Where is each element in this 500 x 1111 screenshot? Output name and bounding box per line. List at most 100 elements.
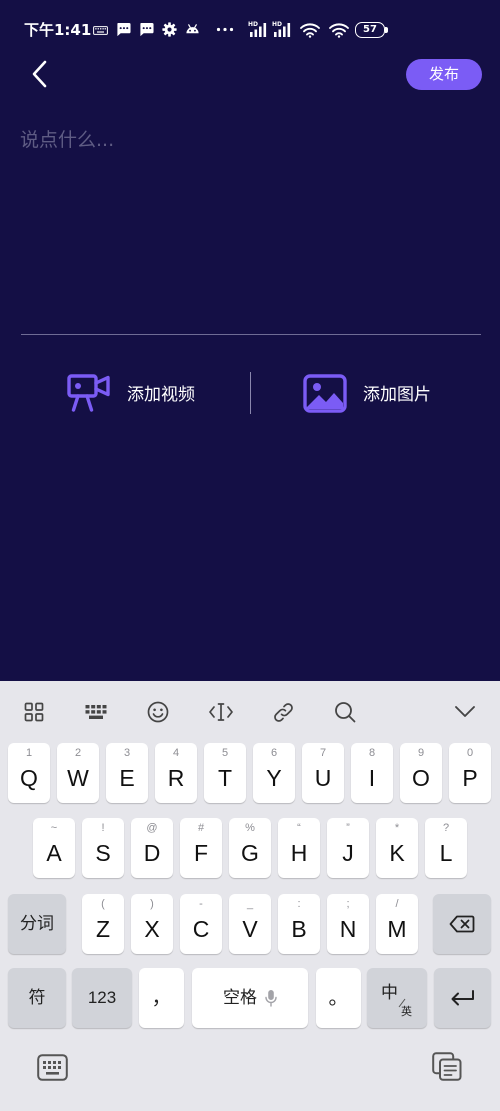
signal-icon <box>274 23 291 37</box>
key-m[interactable]: / M <box>376 894 418 954</box>
key-e[interactable]: 3E <box>106 743 148 803</box>
key-hint: “ <box>297 822 301 834</box>
key-hint: 6 <box>270 747 278 759</box>
key-q[interactable]: 1Q <box>8 743 50 803</box>
key-letter: E <box>119 765 135 791</box>
key-hint: 2 <box>74 747 82 759</box>
period-label: 。 <box>328 987 349 1009</box>
key-b[interactable]: :B <box>278 894 320 954</box>
key-letter: O <box>412 765 430 791</box>
key-hint: / <box>395 898 399 910</box>
key-a[interactable]: ~ A <box>33 818 75 878</box>
key-w[interactable]: 2W <box>57 743 99 803</box>
key-o[interactable]: 9O <box>400 743 442 803</box>
key-letter: H <box>290 840 308 866</box>
key-hint: 4 <box>172 747 180 759</box>
search-icon[interactable] <box>334 701 356 723</box>
key-letter: F <box>193 840 209 866</box>
key-letter: X <box>144 916 160 942</box>
key-p[interactable]: 0P <box>449 743 491 803</box>
numbers-label: 123 <box>87 988 117 1007</box>
key-hint: # <box>197 822 205 834</box>
grid-icon[interactable] <box>24 702 44 722</box>
symbols-key[interactable]: 符 <box>8 968 66 1028</box>
key-hint: 0 <box>466 747 474 759</box>
image-icon <box>303 374 347 413</box>
backspace-icon <box>449 915 475 933</box>
keyboard-switch-icon[interactable] <box>37 1054 68 1081</box>
key-hint: _ <box>246 898 254 910</box>
key-c[interactable]: -C <box>180 894 222 954</box>
key-letter: C <box>192 916 210 942</box>
key-l[interactable]: ? L <box>425 818 467 878</box>
key-hint: : <box>297 898 301 910</box>
numbers-key[interactable]: 123 <box>72 968 132 1028</box>
key-letter: K <box>389 840 405 866</box>
key-hint: ~ <box>50 822 58 834</box>
key-t[interactable]: 5T <box>204 743 246 803</box>
add-video-button[interactable]: 添加视频 <box>62 366 212 422</box>
key-y[interactable]: 6Y <box>253 743 295 803</box>
comma-label: ， <box>151 987 172 1009</box>
key-g[interactable]: % G <box>229 818 271 878</box>
signal-icon <box>250 23 267 37</box>
comma-key[interactable]: ， <box>139 968 184 1028</box>
emoji-icon[interactable] <box>147 701 169 723</box>
language-primary-label: 中 <box>381 983 398 1003</box>
key-r[interactable]: 4R <box>155 743 197 803</box>
enter-key[interactable] <box>434 968 491 1028</box>
gear-icon <box>162 22 177 37</box>
key-hint: ” <box>346 822 350 834</box>
key-j[interactable]: ” J <box>327 818 369 878</box>
key-n[interactable]: ; N <box>327 894 369 954</box>
add-image-label: 添加图片 <box>363 385 431 405</box>
key-letter: U <box>314 765 332 791</box>
divider <box>21 334 481 335</box>
key-hint: ( <box>101 898 105 910</box>
chevron-down-icon[interactable] <box>454 705 476 719</box>
chevron-left-icon <box>32 60 47 88</box>
segment-key[interactable]: 分词 <box>8 894 66 954</box>
key-z[interactable]: (Z <box>82 894 124 954</box>
key-h[interactable]: “H <box>278 818 320 878</box>
key-hint: 9 <box>417 747 425 759</box>
key-x[interactable]: ) X <box>131 894 173 954</box>
key-k[interactable]: * K <box>376 818 418 878</box>
key-letter: P <box>462 765 478 791</box>
space-label: 空格 <box>223 988 257 1008</box>
language-switch-key[interactable]: 中 英 <box>367 968 427 1028</box>
post-text-input[interactable] <box>20 126 480 322</box>
key-hint: % <box>245 822 255 834</box>
space-key[interactable]: 空格 <box>192 968 308 1028</box>
wifi-icon <box>329 23 349 38</box>
android-icon <box>186 24 199 34</box>
key-s[interactable]: ! S <box>82 818 124 878</box>
symbols-label: 符 <box>28 988 46 1008</box>
add-image-button[interactable]: 添加图片 <box>298 366 448 422</box>
key-letter: W <box>67 765 89 791</box>
key-letter: T <box>217 765 233 791</box>
battery-icon: 57 <box>355 22 385 38</box>
backspace-key[interactable] <box>433 894 491 954</box>
key-letter: B <box>291 916 307 942</box>
key-i[interactable]: 8I <box>351 743 393 803</box>
key-u[interactable]: 7U <box>302 743 344 803</box>
key-letter: A <box>46 840 62 866</box>
message-icon <box>117 22 131 37</box>
keyboard-icon <box>93 26 108 35</box>
clipboard-icon[interactable] <box>432 1052 462 1081</box>
text-cursor-icon[interactable] <box>209 701 233 723</box>
key-hint: ) <box>150 898 154 910</box>
key-v[interactable]: _ V <box>229 894 271 954</box>
period-key[interactable]: 。 <box>316 968 361 1028</box>
key-hint: * <box>394 822 400 834</box>
key-f[interactable]: # F <box>180 818 222 878</box>
key-hint: @ <box>146 822 158 834</box>
battery-level: 57 <box>363 24 377 35</box>
link-icon[interactable] <box>272 701 295 724</box>
key-d[interactable]: @ D <box>131 818 173 878</box>
keyboard-icon[interactable] <box>85 704 107 720</box>
publish-button[interactable]: 发布 <box>406 59 482 90</box>
media-divider <box>250 372 251 414</box>
back-button[interactable] <box>30 60 50 88</box>
